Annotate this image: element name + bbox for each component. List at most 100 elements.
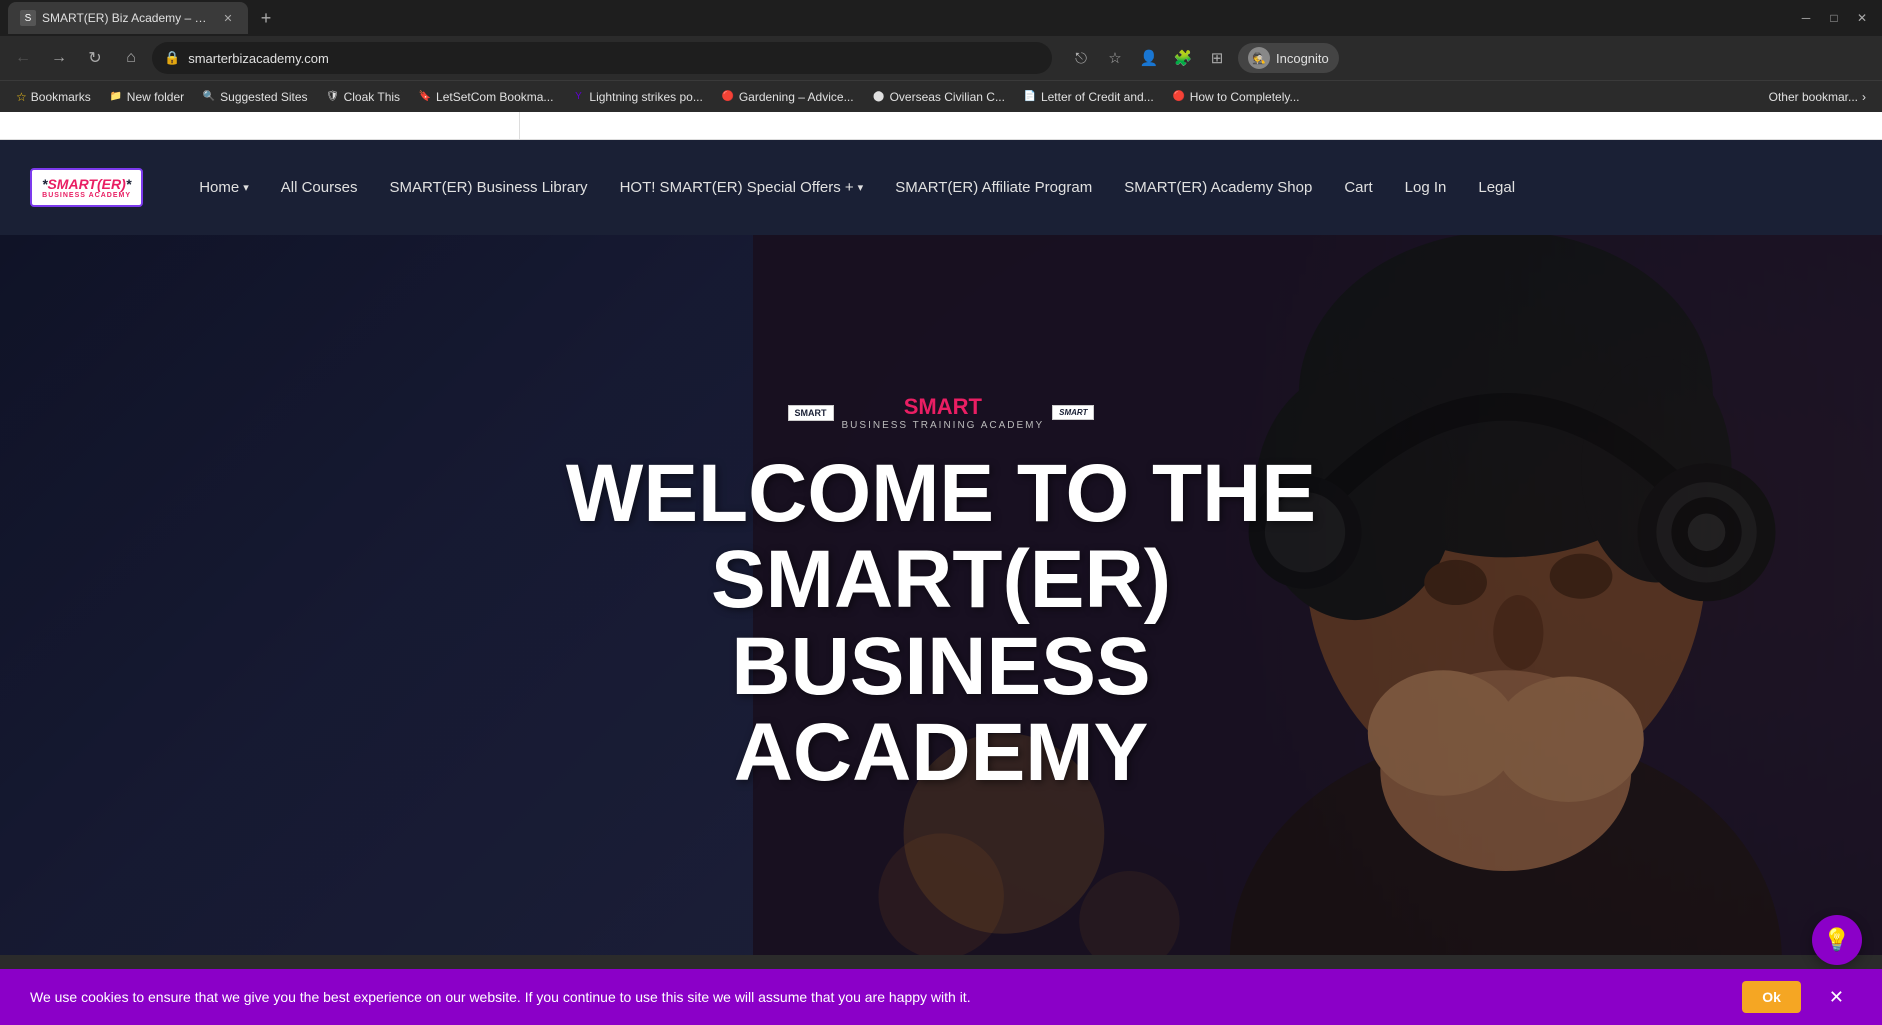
bookmark-suggested-sites[interactable]: 🔍 Suggested Sites [194, 87, 315, 107]
hero-title-line1: WELCOME TO THE [566, 451, 1316, 537]
active-tab[interactable]: S SMART(ER) Biz Academy – Help... ✕ [8, 2, 248, 34]
back-button[interactable]: ← [8, 43, 38, 73]
folder-icon: 📁 [109, 90, 123, 104]
bookmark-lightning[interactable]: Y Lightning strikes po... [563, 87, 710, 107]
nav-home[interactable]: Home ▾ [183, 171, 265, 204]
hero-logo-area: SMART SMART BUSINESS TRAINING ACADEMY SM… [566, 394, 1316, 431]
nav-academy-shop[interactable]: SMART(ER) Academy Shop [1108, 171, 1328, 204]
nav-menu: Home ▾ All Courses SMART(ER) Business Li… [183, 171, 1531, 204]
fire2-icon: 🔴 [1172, 90, 1186, 104]
bookmark-label: LetSetCom Bookma... [436, 90, 553, 104]
bookmark-overseas[interactable]: ⬤ Overseas Civilian C... [864, 87, 1013, 107]
bookmarks-label: ☆ Bookmarks [8, 87, 99, 107]
profile-settings-icon[interactable]: 👤 [1134, 43, 1164, 73]
new-tab-button[interactable]: + [252, 4, 280, 32]
hero-smart-label: SMART [904, 394, 982, 420]
site-navigation: *SMART(ER)* BUSINESS ACADEMY Home ▾ All … [0, 140, 1882, 235]
incognito-label: Incognito [1276, 51, 1329, 66]
nav-affiliate-program[interactable]: SMART(ER) Affiliate Program [879, 171, 1108, 204]
bookmark-label: Cloak This [344, 90, 400, 104]
incognito-avatar: 🕵 [1248, 47, 1270, 69]
hero-section: SMART SMART BUSINESS TRAINING ACADEMY SM… [0, 235, 1882, 955]
page-top-bar-right [520, 112, 1882, 139]
bookmark-new-folder[interactable]: 📁 New folder [101, 87, 192, 107]
url-text: smarterbizacademy.com [188, 51, 1040, 66]
bookmark-gardening[interactable]: 🔴 Gardening – Advice... [713, 87, 862, 107]
tab-close-button[interactable]: ✕ [220, 10, 236, 26]
tab-bar: S SMART(ER) Biz Academy – Help... ✕ + ─ … [0, 0, 1882, 36]
bookmark-letter-of-credit[interactable]: 📄 Letter of Credit and... [1015, 87, 1162, 107]
address-bar: ← → ↻ ⌂ 🔒 smarterbizacademy.com ⎋ ☆ 👤 🧩 … [0, 36, 1882, 80]
close-window-button[interactable]: ✕ [1850, 6, 1874, 30]
bookmark-how-to[interactable]: 🔴 How to Completely... [1164, 87, 1308, 107]
hero-logo-small-box: SMART [1052, 405, 1094, 420]
ext-icon: 🔖 [418, 90, 432, 104]
maximize-button[interactable]: □ [1822, 6, 1846, 30]
hero-logo-decoration: SMART [788, 405, 834, 421]
site-logo[interactable]: *SMART(ER)* BUSINESS ACADEMY [30, 168, 143, 207]
browser-chrome: S SMART(ER) Biz Academy – Help... ✕ + ─ … [0, 0, 1882, 112]
doc-icon: 📄 [1023, 90, 1037, 104]
hero-content: SMART SMART BUSINESS TRAINING ACADEMY SM… [566, 394, 1316, 795]
star-icon: ☆ [16, 90, 27, 104]
fire-icon: 🔴 [721, 90, 735, 104]
more-label: Other bookmar... [1769, 90, 1858, 104]
bookmark-label: How to Completely... [1190, 90, 1300, 104]
url-bar[interactable]: 🔒 smarterbizacademy.com [152, 42, 1052, 74]
page-top-bar-left [0, 112, 520, 139]
hero-title-line2: SMART(ER) [566, 537, 1316, 623]
bookmark-cloak-this[interactable]: 🛡 Cloak This [318, 87, 408, 107]
lock-icon: 🔒 [164, 50, 180, 66]
logo-box: *SMART(ER)* BUSINESS ACADEMY [30, 168, 143, 207]
page-top-bar [0, 112, 1882, 140]
cookie-close-button[interactable]: ✕ [1821, 987, 1852, 1008]
hero-brand-name: SMART BUSINESS TRAINING ACADEMY [842, 394, 1045, 431]
search-icon: 🔍 [202, 90, 216, 104]
wp-icon: ⬤ [872, 90, 886, 104]
chevron-right-icon: › [1862, 90, 1866, 104]
logo-academy-text: BUSINESS ACADEMY [42, 192, 131, 199]
window-controls: ─ □ ✕ [1794, 6, 1874, 30]
bookmarks-bar: ☆ Bookmarks 📁 New folder 🔍 Suggested Sit… [0, 80, 1882, 112]
nav-legal[interactable]: Legal [1462, 171, 1531, 204]
hero-title-line4: ACADEMY [566, 710, 1316, 796]
nav-login[interactable]: Log In [1389, 171, 1463, 204]
home-button[interactable]: ⌂ [116, 43, 146, 73]
logo-smart-text: *SMART(ER)* [42, 176, 131, 192]
webpage: *SMART(ER)* BUSINESS ACADEMY Home ▾ All … [0, 112, 1882, 955]
bookmark-label: Suggested Sites [220, 90, 307, 104]
nav-business-library[interactable]: SMART(ER) Business Library [373, 171, 603, 204]
cast-icon[interactable]: ⎋ [1066, 43, 1096, 73]
cookie-banner: We use cookies to ensure that we give yo… [0, 969, 1882, 1025]
cookie-ok-button[interactable]: Ok [1742, 981, 1801, 1013]
extensions-icon[interactable]: 🧩 [1168, 43, 1198, 73]
bookmark-label: Gardening – Advice... [739, 90, 854, 104]
nav-all-courses[interactable]: All Courses [265, 171, 374, 204]
cookie-text: We use cookies to ensure that we give yo… [30, 989, 1722, 1005]
cloak-icon: 🛡 [326, 90, 340, 104]
floating-action-button[interactable]: 💡 [1812, 915, 1862, 965]
yahoo-icon: Y [571, 90, 585, 104]
bookmark-letsetcom[interactable]: 🔖 LetSetCom Bookma... [410, 87, 561, 107]
nav-special-offers[interactable]: HOT! SMART(ER) Special Offers + ▾ [604, 171, 880, 204]
bookmark-label: Overseas Civilian C... [890, 90, 1005, 104]
bookmark-label: Lightning strikes po... [589, 90, 702, 104]
offers-dropdown-arrow: ▾ [858, 181, 864, 194]
bookmark-star-icon[interactable]: ☆ [1100, 43, 1130, 73]
hero-title: WELCOME TO THE SMART(ER) BUSINESS ACADEM… [566, 451, 1316, 795]
split-view-icon[interactable]: ⊞ [1202, 43, 1232, 73]
bookmark-label: New folder [127, 90, 184, 104]
hero-subtitle-label: BUSINESS TRAINING ACADEMY [842, 420, 1045, 431]
reload-button[interactable]: ↻ [80, 43, 110, 73]
lightbulb-icon: 💡 [1823, 927, 1850, 953]
minimize-button[interactable]: ─ [1794, 6, 1818, 30]
bookmark-label: Letter of Credit and... [1041, 90, 1154, 104]
bookmarks-text: Bookmarks [31, 90, 91, 104]
home-dropdown-arrow: ▾ [243, 181, 249, 194]
nav-cart[interactable]: Cart [1328, 171, 1388, 204]
forward-button[interactable]: → [44, 43, 74, 73]
incognito-profile[interactable]: 🕵 Incognito [1238, 43, 1339, 73]
tab-title: SMART(ER) Biz Academy – Help... [42, 11, 214, 25]
bookmarks-more-button[interactable]: Other bookmar... › [1761, 87, 1874, 107]
hero-title-line3: BUSINESS [566, 624, 1316, 710]
